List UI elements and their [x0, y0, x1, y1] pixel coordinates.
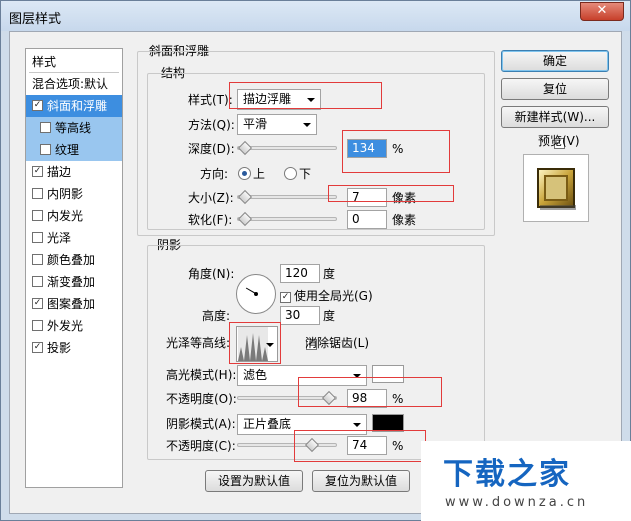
select-value: 滤色 [243, 368, 268, 382]
size-slider[interactable] [237, 189, 337, 205]
checkbox[interactable]: ✓ [32, 166, 43, 177]
set-default-button[interactable]: 设置为默认值 [205, 470, 303, 492]
checkbox[interactable] [32, 188, 43, 199]
annotation-box [328, 185, 454, 202]
checkbox[interactable] [40, 122, 51, 133]
style-item-label: 渐变叠加 [47, 275, 96, 289]
checkbox[interactable]: ✓ [32, 100, 43, 111]
checkbox[interactable] [32, 254, 43, 265]
annotation-box [229, 82, 382, 109]
select-value: 平滑 [243, 117, 268, 131]
style-item-gradient-overlay[interactable]: 渐变叠加 [26, 271, 122, 293]
highlight-mode-label: 高光模式(H): [166, 368, 237, 382]
checkbox[interactable]: ✓ [32, 342, 43, 353]
gloss-contour-label: 光泽等高线: [166, 336, 231, 350]
annotation-box [294, 430, 426, 462]
altitude-input[interactable]: 30 [280, 306, 320, 325]
style-item-bevel[interactable]: ✓ 斜面和浮雕 [26, 95, 122, 117]
chevron-down-icon [303, 123, 311, 127]
annotation-box [342, 130, 450, 173]
global-light-checkbox[interactable]: ✓ [280, 292, 291, 303]
window-title: 图层样式 [9, 12, 62, 27]
style-item-label: 外发光 [47, 319, 84, 333]
reset-default-button[interactable]: 复位为默认值 [312, 470, 410, 492]
style-item-label: 纹理 [55, 143, 80, 157]
style-item-blending[interactable]: 混合选项:默认 [26, 73, 122, 95]
method-label: 方法(Q): [188, 118, 235, 132]
style-list: 样式 混合选项:默认 ✓ 斜面和浮雕 等高线 纹理 ✓ 描边 内阴影 内发光 光泽 … [25, 48, 123, 488]
select-value: 正片叠底 [243, 417, 292, 431]
ok-button[interactable]: 确定 [501, 50, 609, 72]
new-style-button[interactable]: 新建样式(W)... [501, 106, 609, 128]
preview-swatch-icon [537, 168, 576, 210]
style-item-label: 图案叠加 [47, 297, 96, 311]
style-item-label: 内发光 [47, 209, 84, 223]
style-item-label: 描边 [47, 165, 72, 179]
chevron-down-icon [353, 423, 361, 427]
style-item-contour[interactable]: 等高线 [26, 117, 122, 139]
style-item-outer-glow[interactable]: 外发光 [26, 315, 122, 337]
title-bar[interactable]: 图层样式 ✕ [1, 1, 630, 31]
method-select[interactable]: 平滑 [237, 114, 317, 135]
style-list-header: 样式 [32, 55, 57, 69]
style-item-stroke[interactable]: ✓ 描边 [26, 161, 122, 183]
site-watermark: 下载之家 www.downza.cn [421, 441, 631, 521]
checkbox[interactable] [40, 144, 51, 155]
angle-unit: 度 [323, 267, 336, 281]
watermark-url: www.downza.cn [445, 495, 589, 510]
depth-label: 深度(D): [188, 142, 235, 156]
style-label: 样式(T): [188, 93, 233, 107]
preview-thumbnail [523, 154, 589, 222]
style-item-inner-glow[interactable]: 内发光 [26, 205, 122, 227]
angle-dial[interactable] [236, 274, 276, 314]
style-item-label: 光泽 [47, 231, 72, 245]
style-item-texture[interactable]: 纹理 [26, 139, 122, 161]
direction-up-radio[interactable] [238, 167, 251, 180]
layer-style-dialog: 图层样式 ✕ 样式 混合选项:默认 ✓ 斜面和浮雕 等高线 纹理 ✓ 描边 内阴影 … [0, 0, 631, 521]
checkbox[interactable] [32, 276, 43, 287]
soften-label: 软化(F): [188, 213, 233, 227]
direction-down-radio[interactable] [284, 167, 297, 180]
style-item-pattern-overlay[interactable]: ✓ 图案叠加 [26, 293, 122, 315]
soften-input[interactable]: 0 [347, 210, 387, 229]
watermark-brand: 下载之家 [443, 457, 571, 492]
style-item-label: 等高线 [55, 121, 92, 135]
checkbox[interactable] [32, 320, 43, 331]
angle-label: 角度(N): [188, 267, 235, 281]
antialias-label: 消除锯齿(L) [305, 336, 370, 350]
size-label: 大小(Z): [188, 191, 234, 205]
depth-slider[interactable] [237, 140, 337, 156]
style-item-color-overlay[interactable]: 颜色叠加 [26, 249, 122, 271]
style-item-inner-shadow[interactable]: 内阴影 [26, 183, 122, 205]
checkbox[interactable]: ✓ [32, 298, 43, 309]
style-item-satin[interactable]: 光泽 [26, 227, 122, 249]
altitude-unit: 度 [323, 309, 336, 323]
direction-down-label: 下 [299, 167, 312, 181]
style-item-drop-shadow[interactable]: ✓ 投影 [26, 337, 122, 359]
checkbox[interactable] [32, 232, 43, 243]
reset-button[interactable]: 复位 [501, 78, 609, 100]
shadow-mode-label: 阴影模式(A): [166, 417, 236, 431]
checkbox[interactable] [32, 210, 43, 221]
direction-up-label: 上 [253, 167, 266, 181]
style-item-label: 内阴影 [47, 187, 84, 201]
preview-label: 预览(V) [538, 134, 580, 148]
angle-hand [245, 287, 257, 295]
annotation-box [298, 377, 442, 407]
global-light-label: 使用全局光(G) [294, 289, 373, 303]
soften-unit: 像素 [392, 213, 417, 227]
style-item-label: 混合选项:默认 [32, 77, 109, 91]
shadow-opacity-label: 不透明度(C): [166, 439, 236, 453]
style-item-label: 投影 [47, 341, 72, 355]
soften-slider[interactable] [237, 211, 337, 227]
annotation-box [229, 322, 281, 364]
style-item-label: 斜面和浮雕 [47, 99, 108, 113]
highlight-opacity-label: 不透明度(O): [166, 392, 237, 406]
angle-input[interactable]: 120 [280, 264, 320, 283]
style-item-label: 颜色叠加 [47, 253, 96, 267]
close-button[interactable]: ✕ [580, 2, 624, 21]
direction-label: 方向: [200, 167, 229, 181]
altitude-label: 高度: [202, 309, 231, 323]
